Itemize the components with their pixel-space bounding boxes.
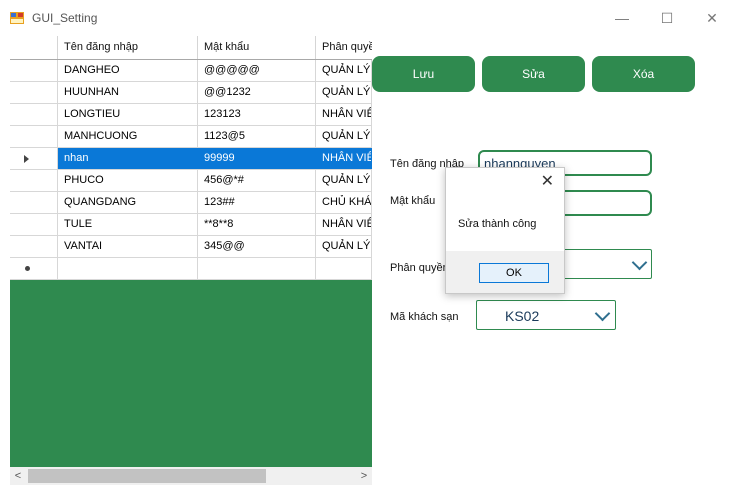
window-title: GUI_Setting: [32, 11, 98, 25]
table-row[interactable]: nhan 99999 NHÂN VIÊ: [10, 148, 372, 170]
role-label: Phân quyền: [390, 262, 449, 274]
row-header[interactable]: [10, 192, 58, 213]
scroll-left-arrow-icon[interactable]: <: [10, 467, 26, 485]
dialog-close-icon[interactable]: ✕: [541, 171, 554, 191]
cell-password[interactable]: 1123@5: [198, 126, 316, 147]
app-icon: [10, 12, 24, 24]
row-header-corner: [10, 36, 58, 59]
title-bar: GUI_Setting — ☐ ✕: [0, 0, 734, 36]
save-button[interactable]: Lưu: [372, 56, 475, 92]
maximize-button[interactable]: ☐: [647, 5, 687, 31]
cell-role[interactable]: NHÂN VIÊ: [316, 148, 372, 169]
row-header[interactable]: [10, 104, 58, 125]
cell-role[interactable]: QUẢN LÝ: [316, 60, 372, 81]
table-row[interactable]: TULE **8**8 NHÂN VIÊ: [10, 214, 372, 236]
table-row[interactable]: QUANGDANG123##CHỦ KHÁC: [10, 192, 372, 214]
cell-role[interactable]: QUẢN LÝ: [316, 236, 372, 257]
row-header[interactable]: [10, 82, 58, 103]
cell-password[interactable]: @@@@@: [198, 60, 316, 81]
cell-password[interactable]: **8**8: [198, 214, 316, 235]
new-row-dot-icon: [25, 266, 30, 271]
table-row[interactable]: VANTAI 345@@ QUẢN LÝ: [10, 236, 372, 258]
cell-role[interactable]: CHỦ KHÁC: [316, 192, 372, 213]
dialog-footer: OK: [446, 251, 564, 293]
cell-password[interactable]: 123##: [198, 192, 316, 213]
hotel-label: Mã khách sạn: [390, 311, 459, 323]
delete-button[interactable]: Xóa: [592, 56, 695, 92]
table-row[interactable]: DANGHEO @@@@@ QUẢN LÝ: [10, 60, 372, 82]
chevron-down-icon: [631, 254, 648, 271]
edit-button[interactable]: Sửa: [482, 56, 585, 92]
hotel-value: KS02: [505, 308, 540, 324]
current-row-arrow-icon: [24, 155, 29, 163]
row-header[interactable]: [10, 236, 58, 257]
row-header[interactable]: [10, 126, 58, 147]
grid-header: Tên đăng nhập Mật khẩu Phân quyề: [10, 36, 372, 60]
cell-role[interactable]: QUẢN LÝ: [316, 170, 372, 191]
row-header[interactable]: [10, 170, 58, 191]
cell-role[interactable]: NHÂN VIÊ: [316, 104, 372, 125]
table-row[interactable]: HUUNHAN @@1232 QUẢN LÝ: [10, 82, 372, 104]
chevron-down-icon: [594, 305, 611, 322]
table-row[interactable]: MANHCUONG 1123@5 QUẢN LÝ: [10, 126, 372, 148]
cell-role[interactable]: QUẢN LÝ: [316, 82, 372, 103]
users-grid[interactable]: Tên đăng nhập Mật khẩu Phân quyề DANGHEO…: [10, 36, 372, 485]
dialog-message: Sửa thành công: [458, 218, 537, 230]
cell-username[interactable]: PHUCO: [58, 170, 198, 191]
cell-password[interactable]: @@1232: [198, 82, 316, 103]
row-header[interactable]: [10, 60, 58, 81]
success-dialog: ✕ Sửa thành công OK: [445, 167, 565, 294]
cell-username[interactable]: HUUNHAN: [58, 82, 198, 103]
cell-password[interactable]: 345@@: [198, 236, 316, 257]
column-header-role[interactable]: Phân quyề: [316, 36, 372, 59]
new-row-cell[interactable]: [198, 258, 316, 279]
close-button[interactable]: ✕: [692, 5, 732, 31]
new-row-cell[interactable]: [58, 258, 198, 279]
cell-username[interactable]: VANTAI: [58, 236, 198, 257]
minimize-button[interactable]: —: [602, 5, 642, 31]
column-header-password[interactable]: Mật khẩu: [198, 36, 316, 59]
cell-username[interactable]: TULE: [58, 214, 198, 235]
cell-password[interactable]: 99999: [198, 148, 316, 169]
new-row[interactable]: [10, 258, 372, 280]
cell-username[interactable]: QUANGDANG: [58, 192, 198, 213]
row-header[interactable]: [10, 258, 58, 279]
cell-role[interactable]: QUẢN LÝ: [316, 126, 372, 147]
cell-password[interactable]: 123123: [198, 104, 316, 125]
row-header[interactable]: [10, 214, 58, 235]
horizontal-scrollbar[interactable]: < >: [10, 467, 372, 485]
ok-button[interactable]: OK: [479, 263, 549, 283]
new-row-cell[interactable]: [316, 258, 372, 279]
scroll-right-arrow-icon[interactable]: >: [356, 467, 372, 485]
table-row[interactable]: LONGTIEU 123123 NHÂN VIÊ: [10, 104, 372, 126]
cell-username[interactable]: MANHCUONG: [58, 126, 198, 147]
cell-role[interactable]: NHÂN VIÊ: [316, 214, 372, 235]
password-label: Mật khẩu: [390, 195, 436, 207]
cell-username[interactable]: LONGTIEU: [58, 104, 198, 125]
scroll-thumb[interactable]: [28, 469, 266, 483]
hotel-dropdown[interactable]: KS02: [476, 300, 616, 330]
table-row[interactable]: PHUCO 456@*# QUẢN LÝ: [10, 170, 372, 192]
row-header[interactable]: [10, 148, 58, 169]
column-header-username[interactable]: Tên đăng nhập: [58, 36, 198, 59]
grid-rows: DANGHEO @@@@@ QUẢN LÝ HUUNHAN @@1232 QUẢN LÝ L…: [10, 60, 372, 280]
cell-username[interactable]: DANGHEO: [58, 60, 198, 81]
cell-password[interactable]: 456@*#: [198, 170, 316, 191]
cell-username[interactable]: nhan: [58, 148, 198, 169]
